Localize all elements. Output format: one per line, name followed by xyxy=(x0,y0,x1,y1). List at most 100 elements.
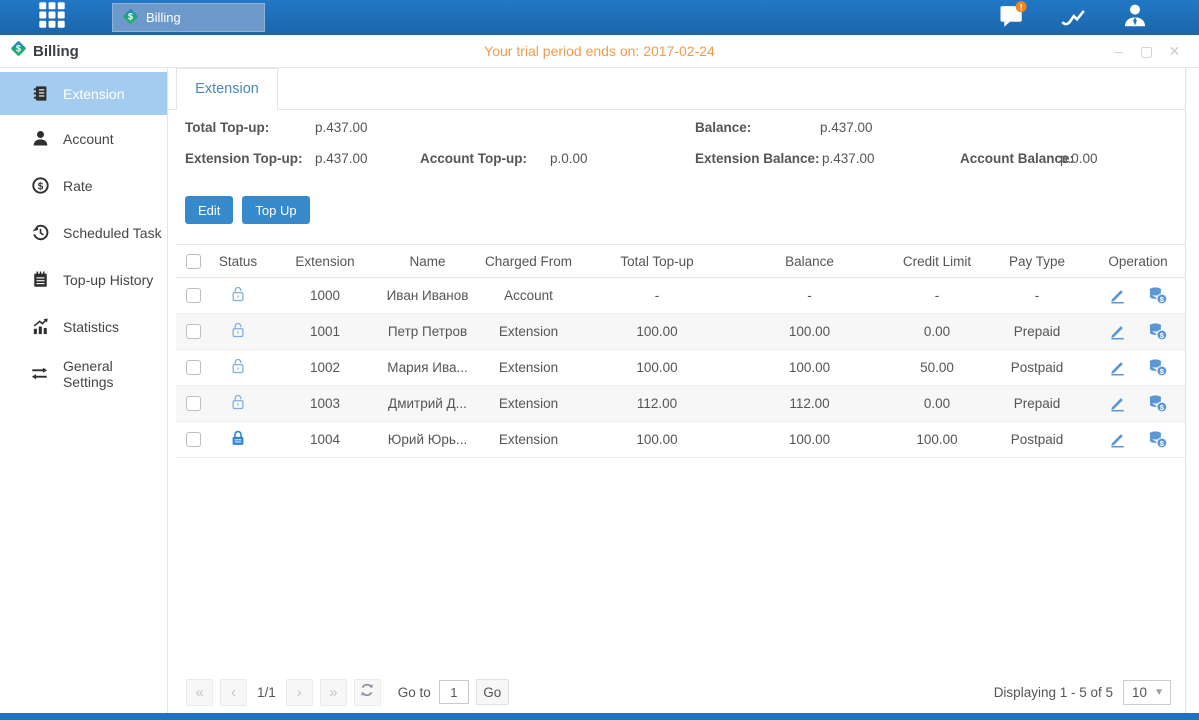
lock-closed-icon[interactable] xyxy=(229,435,247,450)
stats-chart-icon xyxy=(30,317,50,337)
row-operation-cell: $ xyxy=(1091,278,1185,314)
row-checkbox[interactable] xyxy=(186,324,201,339)
first-page-button[interactable]: « xyxy=(186,679,213,706)
taskbar-tab-label: Billing xyxy=(146,10,181,25)
account-balance-label: Account Balance: xyxy=(960,151,1074,166)
sidebar-item-rate[interactable]: $Rate xyxy=(0,162,167,209)
row-total-topup: 100.00 xyxy=(586,422,728,458)
sidebar-item-statistics[interactable]: Statistics xyxy=(0,303,167,350)
maximize-button[interactable]: ▢ xyxy=(1138,43,1155,60)
row-balance: 100.00 xyxy=(728,350,891,386)
top-up-button[interactable]: Top Up xyxy=(242,196,309,224)
row-extension: 1003 xyxy=(266,386,384,422)
sidebar-item-extension[interactable]: Extension xyxy=(0,72,167,115)
window-controls: – ▢ ✕ xyxy=(1110,43,1199,60)
row-topup-button[interactable]: $ xyxy=(1147,286,1168,305)
lock-open-icon[interactable] xyxy=(229,399,247,414)
trial-notice: Your trial period ends on: 2017-02-24 xyxy=(0,43,1199,59)
row-checkbox-cell xyxy=(176,422,210,458)
row-edit-button[interactable] xyxy=(1108,430,1127,449)
row-total-topup: - xyxy=(586,278,728,314)
balance-summary: Total Top-up: p.437.00 Balance: p.437.00… xyxy=(168,110,1185,186)
window-title: Billing xyxy=(33,43,79,60)
table-row: 1002Мария Ива...Extension100.00100.0050.… xyxy=(176,350,1185,386)
next-page-button[interactable]: › xyxy=(286,679,313,706)
pagination-bar: « ‹ 1/1 › » Go to Go Displaying 1 - 5 of… xyxy=(186,678,1171,706)
row-checkbox-cell xyxy=(176,278,210,314)
go-button[interactable]: Go xyxy=(476,679,509,705)
col-credit-limit: Credit Limit xyxy=(891,245,983,278)
window-bottom-edge xyxy=(0,713,1199,720)
row-checkbox[interactable] xyxy=(186,360,201,375)
minimize-button[interactable]: – xyxy=(1110,43,1127,60)
chevron-down-icon: ▼ xyxy=(1154,687,1164,698)
edit-button[interactable]: Edit xyxy=(185,196,233,224)
row-edit-button[interactable] xyxy=(1108,394,1127,413)
extension-balance-label: Extension Balance: xyxy=(695,151,820,166)
pager-right: Displaying 1 - 5 of 5 10 ▼ xyxy=(994,680,1171,705)
row-balance: 100.00 xyxy=(728,314,891,350)
lock-open-icon[interactable] xyxy=(229,291,247,306)
sidebar-item-topup-history[interactable]: Top-up History xyxy=(0,256,167,303)
sliders-icon xyxy=(30,364,50,384)
row-operation-cell: $ xyxy=(1091,386,1185,422)
prev-page-button[interactable]: ‹ xyxy=(220,679,247,706)
row-status-cell xyxy=(210,386,266,422)
col-name: Name xyxy=(384,245,471,278)
row-operation-cell: $ xyxy=(1091,314,1185,350)
svg-text:!: ! xyxy=(1020,2,1023,12)
sidebar-item-scheduled-task[interactable]: Scheduled Task xyxy=(0,209,167,256)
row-name: Иван Иванов xyxy=(384,278,471,314)
extension-balance-value: p.437.00 xyxy=(822,151,875,166)
tab-extension[interactable]: Extension xyxy=(176,68,278,110)
extensions-table: Status Extension Name Charged From Total… xyxy=(176,244,1185,458)
row-pay-type: Prepaid xyxy=(983,386,1091,422)
taskbar-tab-billing[interactable]: $ Billing xyxy=(112,3,265,32)
goto-page-input[interactable] xyxy=(439,680,469,704)
col-pay-type: Pay Type xyxy=(983,245,1091,278)
row-edit-button[interactable] xyxy=(1108,358,1127,377)
account-balance-value: p.0.00 xyxy=(1060,151,1098,166)
row-checkbox[interactable] xyxy=(186,432,201,447)
last-page-button[interactable]: » xyxy=(320,679,347,706)
row-topup-button[interactable]: $ xyxy=(1147,430,1168,449)
select-all-checkbox[interactable] xyxy=(186,254,201,269)
row-edit-button[interactable] xyxy=(1108,322,1127,341)
close-button[interactable]: ✕ xyxy=(1166,43,1183,60)
sidebar-item-label: Account xyxy=(63,131,114,147)
refresh-icon xyxy=(358,681,376,703)
row-balance: 112.00 xyxy=(728,386,891,422)
row-topup-button[interactable]: $ xyxy=(1147,394,1168,413)
message-icon: ! xyxy=(998,1,1028,35)
row-charged-from: Extension xyxy=(471,314,586,350)
lock-open-icon[interactable] xyxy=(229,363,247,378)
page-size-select[interactable]: 10 ▼ xyxy=(1123,680,1171,705)
account-menu-button[interactable] xyxy=(1121,5,1149,31)
row-checkbox-cell xyxy=(176,386,210,422)
sidebar-menu: Extension Account $RateScheduled TaskTop-u… xyxy=(0,68,168,713)
sidebar-item-general-settings[interactable]: General Settings xyxy=(0,350,167,397)
refresh-button[interactable] xyxy=(354,679,381,706)
col-extension: Extension xyxy=(266,245,384,278)
main-panel: Extension Total Top-up: p.437.00 Balance… xyxy=(168,68,1186,713)
row-edit-button[interactable] xyxy=(1108,286,1127,305)
page-size-value: 10 xyxy=(1132,685,1147,700)
row-topup-button[interactable]: $ xyxy=(1147,322,1168,341)
row-operation-cell: $ xyxy=(1091,350,1185,386)
sidebar-item-account[interactable]: Account xyxy=(0,115,167,162)
row-topup-button[interactable]: $ xyxy=(1147,358,1168,377)
lock-open-icon[interactable] xyxy=(229,327,247,342)
row-name: Юрий Юрь... xyxy=(384,422,471,458)
row-checkbox[interactable] xyxy=(186,396,201,411)
tab-extension-label: Extension xyxy=(195,81,259,97)
notifications-button[interactable]: ! xyxy=(999,5,1027,31)
billing-window-icon: $ xyxy=(10,40,27,62)
row-name: Дмитрий Д... xyxy=(384,386,471,422)
person-icon xyxy=(30,129,50,149)
resource-monitor-button[interactable] xyxy=(1060,5,1088,31)
row-extension: 1002 xyxy=(266,350,384,386)
app-grid-button[interactable] xyxy=(36,2,68,34)
row-checkbox[interactable] xyxy=(186,288,201,303)
user-icon xyxy=(1121,2,1149,33)
window-titlebar: $ Billing Your trial period ends on: 201… xyxy=(0,35,1199,68)
